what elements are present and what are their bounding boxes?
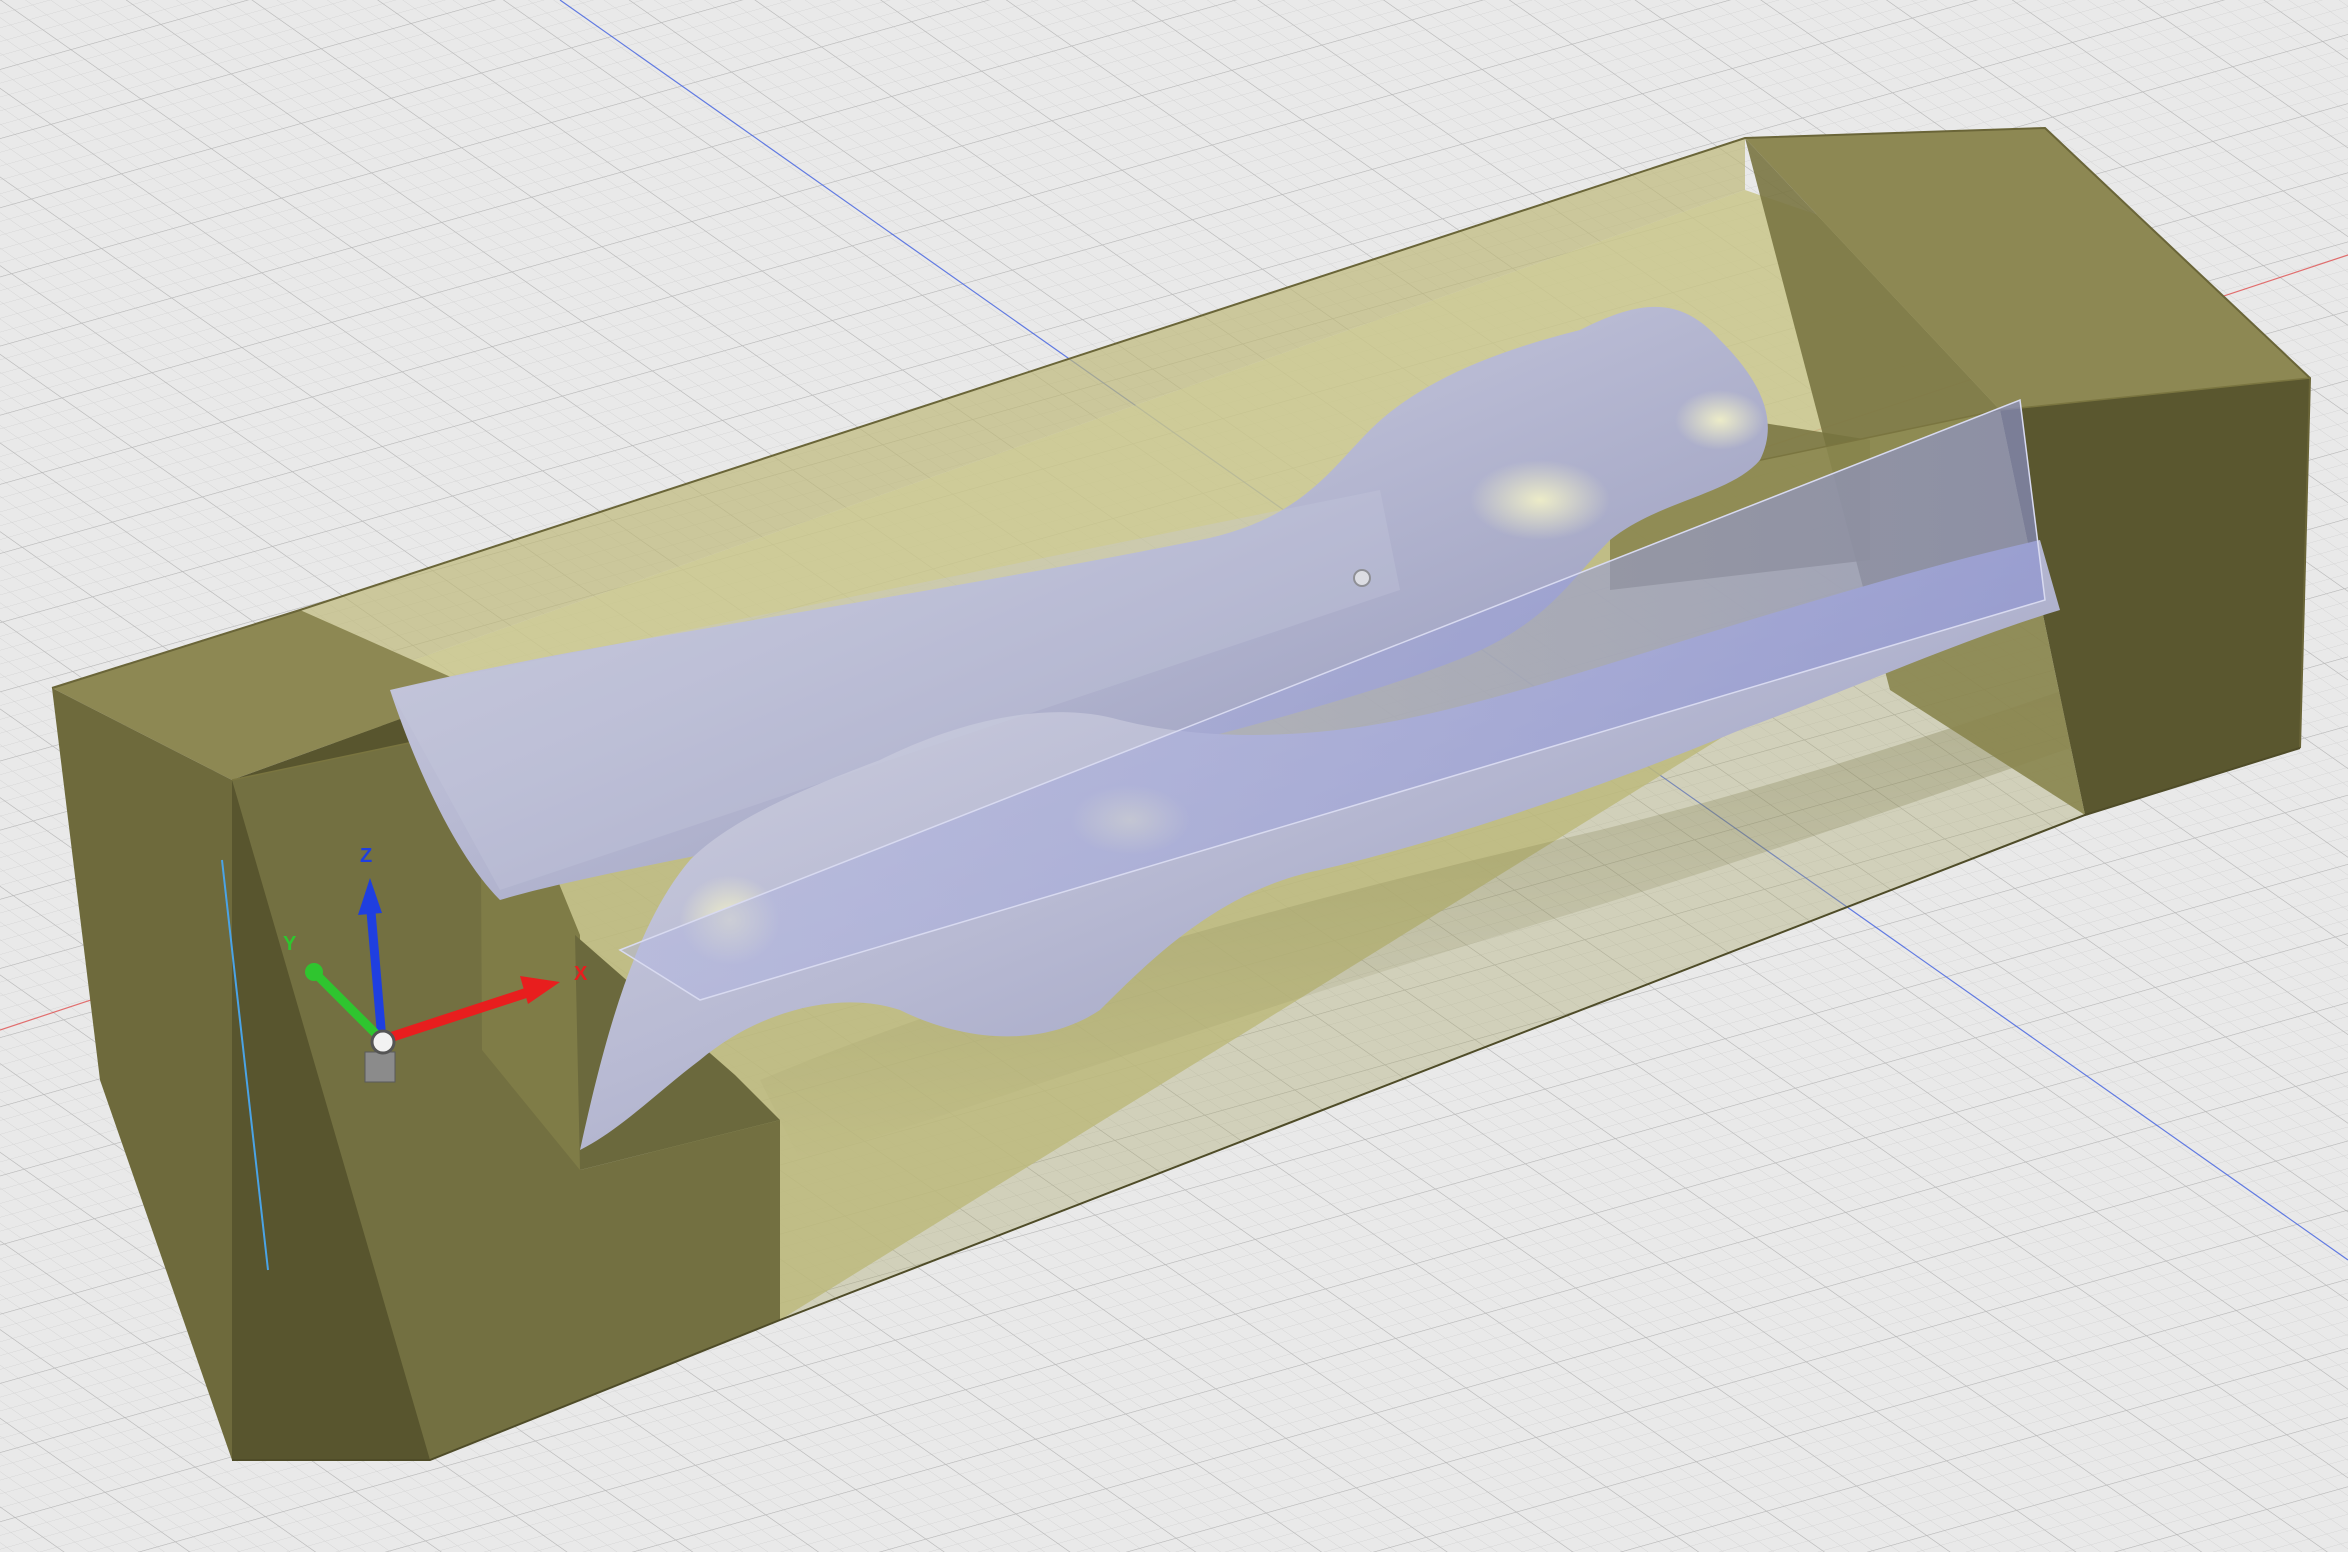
triad-y-label: Y xyxy=(283,933,297,955)
triad-z-label: Z xyxy=(360,845,372,867)
triad-y-handle xyxy=(305,963,323,981)
triad-x-label: X xyxy=(574,963,588,985)
triad-origin-cube xyxy=(364,1051,396,1083)
3d-viewport[interactable]: Z Y X xyxy=(0,0,2348,1552)
triad-origin-handle xyxy=(370,1029,396,1055)
